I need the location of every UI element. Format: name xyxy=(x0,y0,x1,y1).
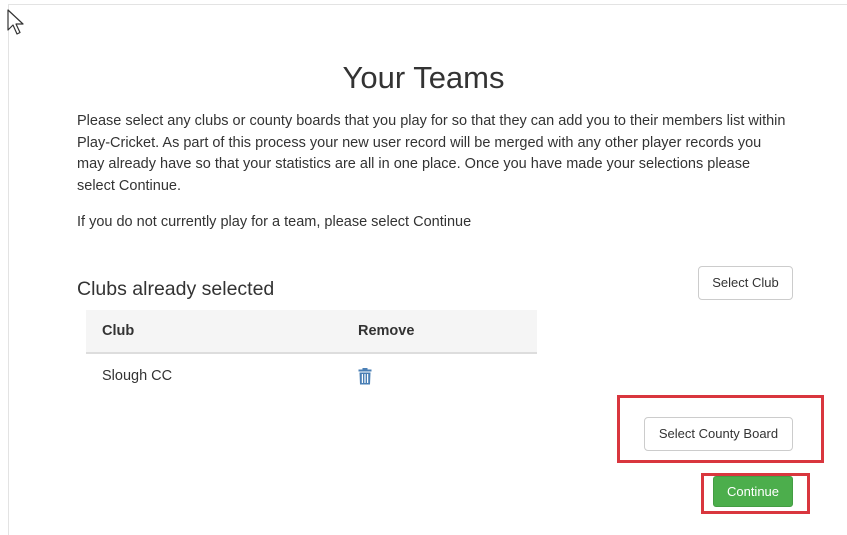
table-header-row: Club Remove xyxy=(86,310,537,354)
clubs-section-title: Clubs already selected xyxy=(77,278,275,300)
clubs-table: Club Remove Slough CC xyxy=(86,310,537,398)
frame-top-border xyxy=(8,4,847,5)
no-team-note: If you do not currently play for a team,… xyxy=(77,214,472,230)
select-club-button[interactable]: Select Club xyxy=(698,266,793,300)
column-header-club: Club xyxy=(86,310,342,354)
mouse-pointer-icon xyxy=(7,9,24,35)
trash-icon[interactable] xyxy=(358,367,372,385)
page-title: Your Teams xyxy=(342,60,505,95)
remove-cell xyxy=(342,353,537,398)
select-county-board-button[interactable]: Select County Board xyxy=(644,417,793,451)
column-header-remove: Remove xyxy=(342,310,537,354)
table-row: Slough CC xyxy=(86,353,537,398)
intro-paragraph: Please select any clubs or county boards… xyxy=(77,113,786,194)
club-name-cell: Slough CC xyxy=(102,368,173,384)
continue-button[interactable]: Continue xyxy=(713,476,793,507)
